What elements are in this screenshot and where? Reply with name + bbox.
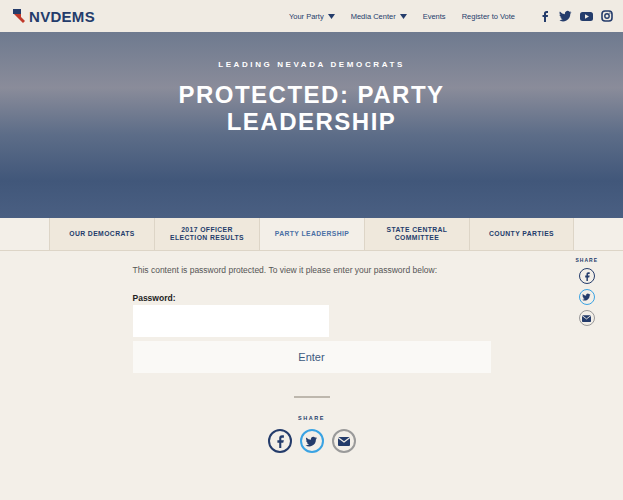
tab[interactable]: PARTY LEADERSHIP — [259, 218, 364, 250]
password-label: Password: — [133, 293, 491, 303]
hero-kicker: LEADING NEVADA DEMOCRATS — [218, 60, 405, 69]
enter-button[interactable]: Enter — [133, 341, 491, 373]
social-links — [539, 10, 613, 22]
share-icons — [268, 429, 356, 453]
nav-item[interactable]: Your Party — [289, 12, 335, 21]
main-nav: Your Party Media Center Events Register to … — [289, 12, 515, 21]
tab[interactable]: COUNTY PARTIES — [469, 218, 574, 250]
logo[interactable]: NVDEMS — [12, 8, 95, 25]
email-share-icon[interactable] — [332, 429, 356, 453]
facebook-share-icon[interactable] — [579, 268, 595, 284]
bottom-share: SHARE — [133, 396, 491, 453]
side-share: SHARE — [575, 257, 598, 326]
email-share-icon[interactable] — [579, 310, 595, 326]
caret-down-icon — [400, 14, 407, 19]
nav-item[interactable]: Events — [423, 12, 446, 21]
youtube-icon[interactable] — [580, 10, 593, 22]
password-form: This content is password protected. To v… — [133, 265, 491, 453]
hero-banner: LEADING NEVADA DEMOCRATS PROTECTED: PARTY… — [0, 32, 623, 218]
share-label: SHARE — [298, 415, 325, 421]
nevada-flag-icon — [12, 8, 26, 24]
facebook-share-icon[interactable] — [268, 429, 292, 453]
instagram-icon[interactable] — [601, 10, 613, 22]
twitter-icon[interactable] — [559, 10, 572, 22]
twitter-share-icon[interactable] — [300, 429, 324, 453]
logo-text: NVDEMS — [29, 8, 95, 25]
hero-title: PROTECTED: PARTY LEADERSHIP — [147, 81, 477, 135]
tab[interactable]: OUR DEMOCRATS — [49, 218, 154, 250]
facebook-icon[interactable] — [539, 10, 551, 22]
caret-down-icon — [328, 14, 335, 19]
password-input[interactable] — [133, 305, 329, 337]
twitter-share-icon[interactable] — [579, 289, 595, 305]
tab[interactable]: STATE CENTRAL COMMITTEE — [364, 218, 469, 250]
nav-item[interactable]: Register to Vote — [462, 12, 515, 21]
side-share-label: SHARE — [575, 257, 598, 263]
header: NVDEMS Your Party Media Center Events Regist… — [0, 0, 623, 32]
divider — [294, 396, 330, 398]
content: SHARE This content is password protected.… — [0, 251, 623, 453]
protected-notice: This content is password protected. To v… — [133, 265, 491, 275]
tab-bar: OUR DEMOCRATS2017 OFFICER ELECTION RESUL… — [0, 218, 623, 251]
nav-item[interactable]: Media Center — [351, 12, 407, 21]
page: NVDEMS Your Party Media Center Events Regist… — [0, 0, 623, 500]
tab[interactable]: 2017 OFFICER ELECTION RESULTS — [154, 218, 259, 250]
